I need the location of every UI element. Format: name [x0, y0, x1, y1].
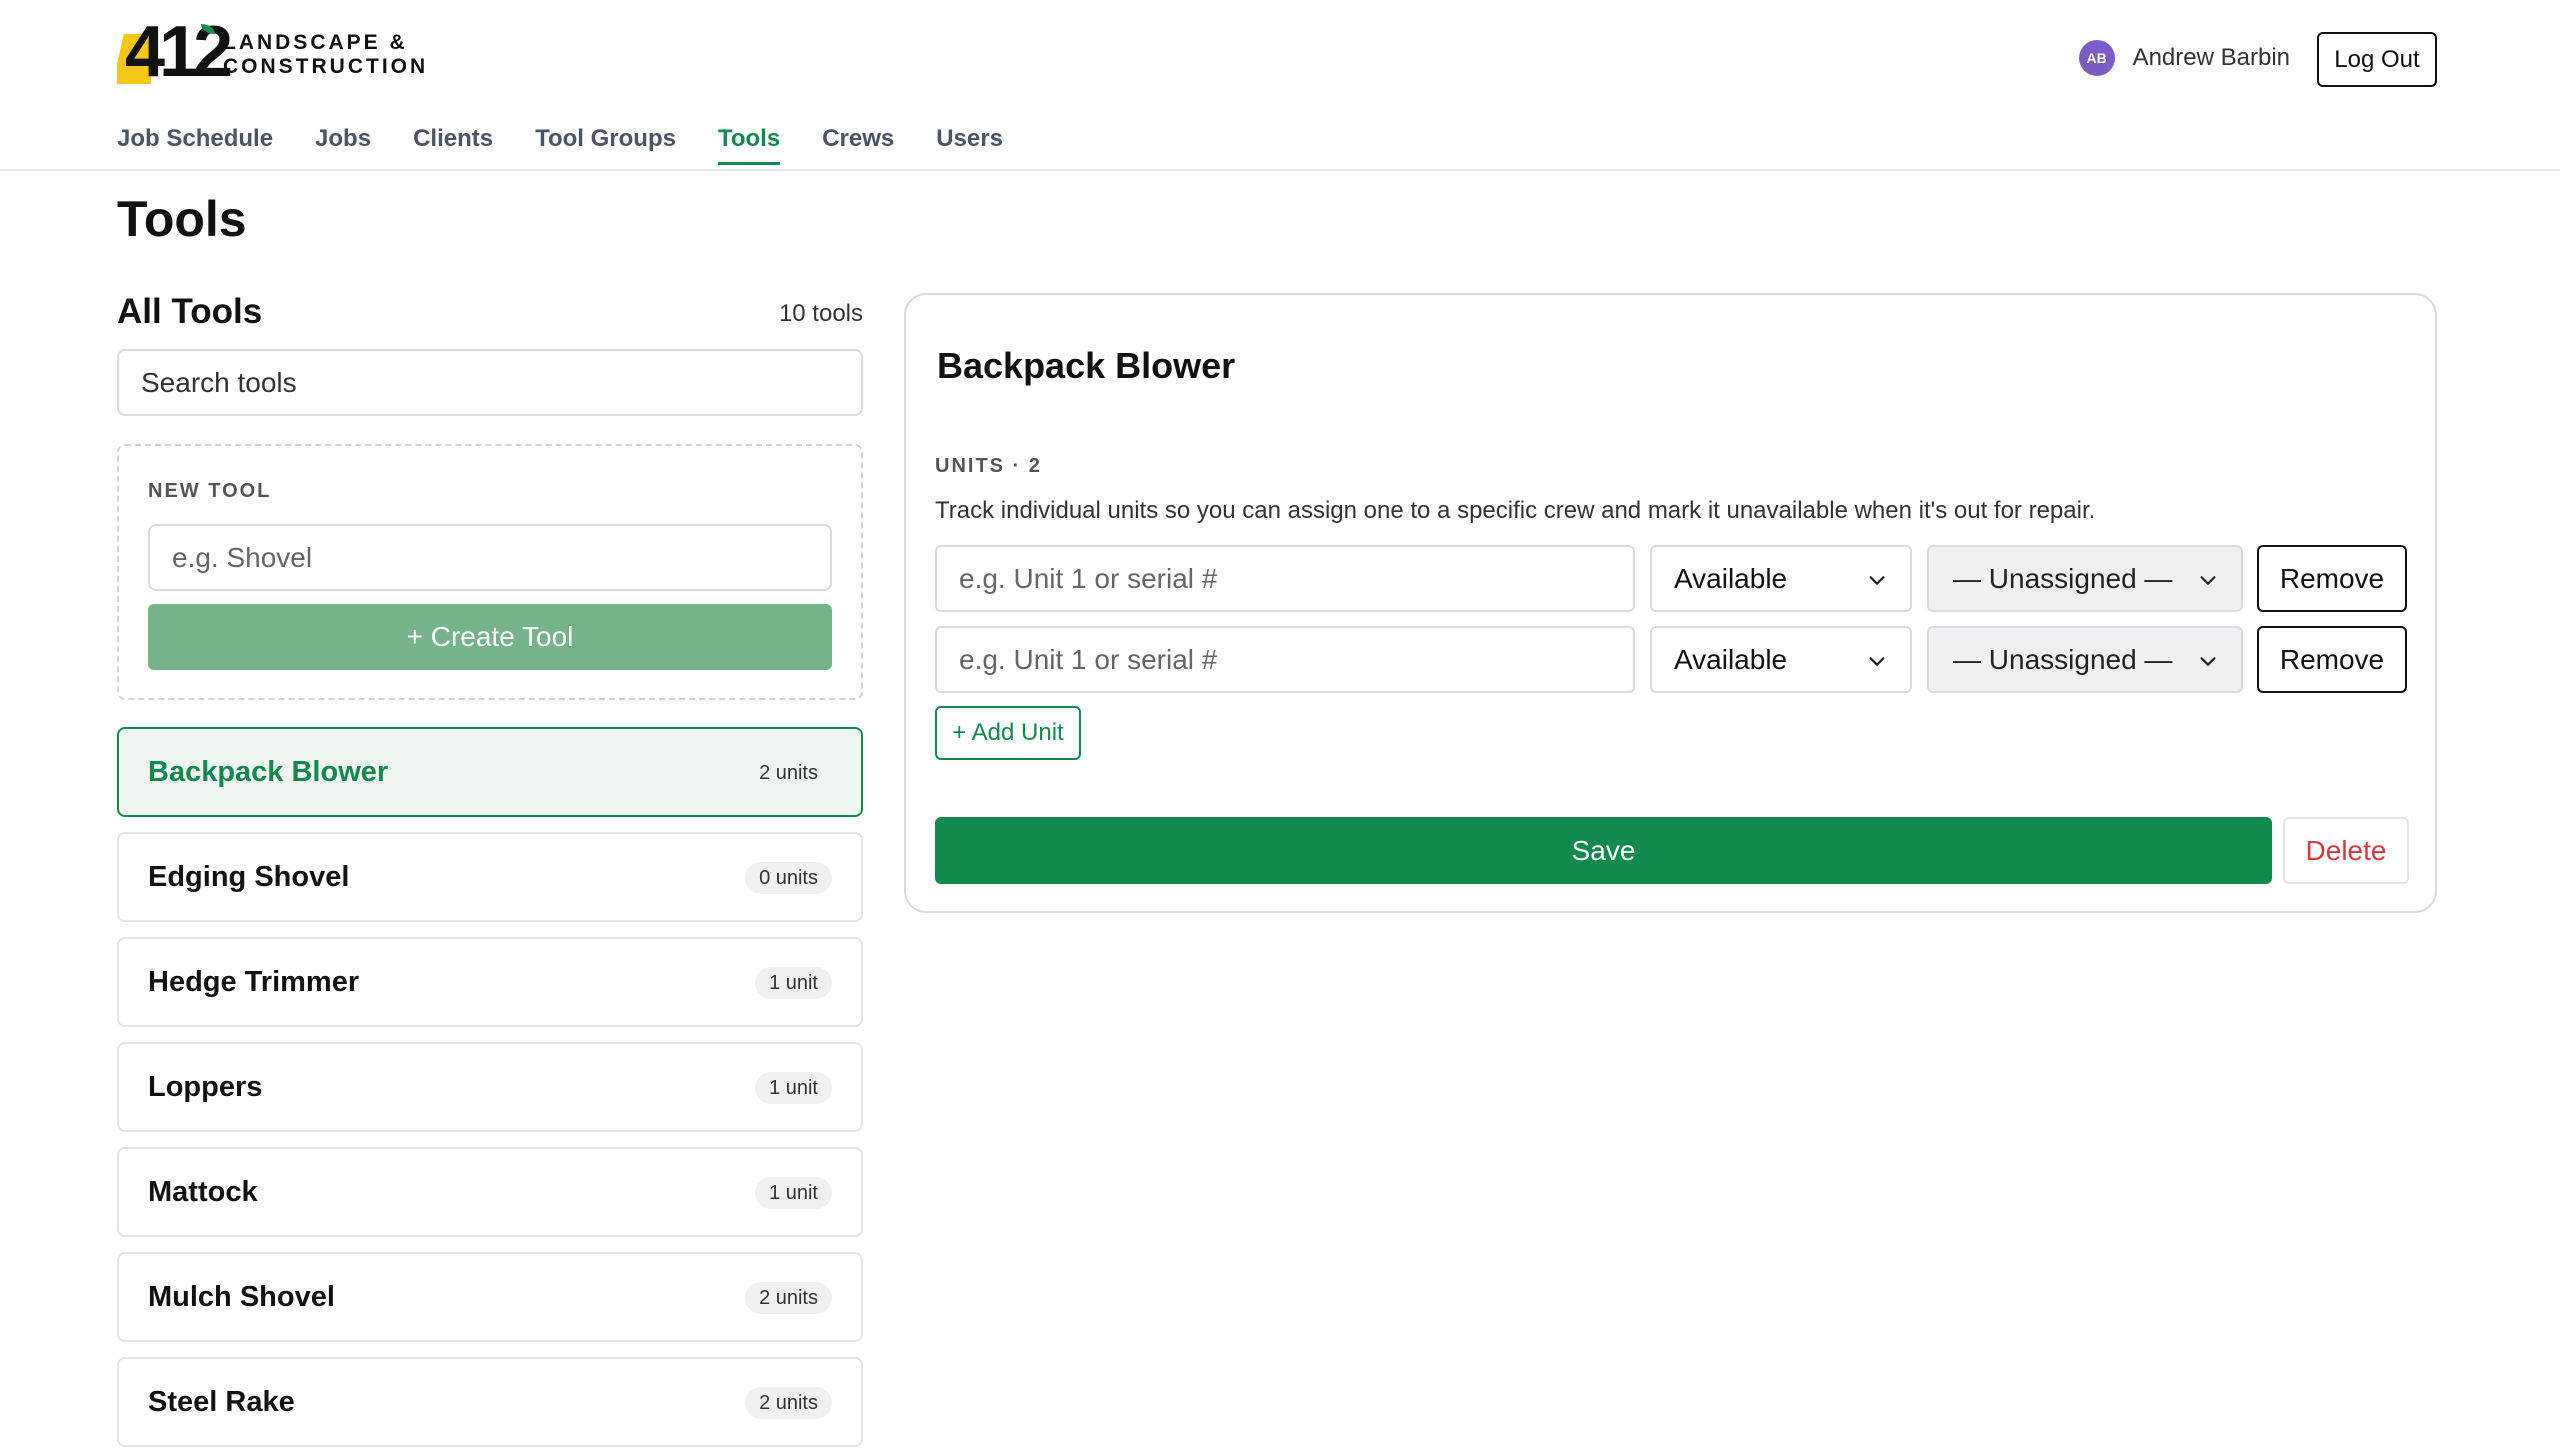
unit-name-input[interactable]: e.g. Unit 1 or serial #: [935, 626, 1635, 693]
nav-clients[interactable]: Clients: [413, 125, 493, 165]
unit-count-badge: 1 unit: [755, 1072, 832, 1104]
nav-tools[interactable]: Tools: [717, 125, 781, 165]
avatar: AB: [2078, 40, 2115, 76]
remove-unit-button[interactable]: Remove: [2257, 626, 2407, 693]
save-button[interactable]: Save: [935, 817, 2272, 884]
unit-count-badge: 2 units: [745, 1282, 832, 1314]
new-tool-label: NEW TOOL: [148, 480, 272, 502]
logo-text: LANDSCAPE & CONSTRUCTION: [223, 31, 428, 79]
tool-name: Edging Shovel: [148, 860, 350, 893]
unit-crew-value: — Unassigned —: [1953, 643, 2173, 675]
logout-button[interactable]: Log Out: [2317, 32, 2437, 87]
app-header: 412 LANDSCAPE & CONSTRUCTION AB Andrew B…: [0, 0, 2560, 171]
unit-row: e.g. Unit 1 or serial # Available — Unas…: [935, 545, 2407, 612]
unit-count-badge: 2 units: [745, 1387, 832, 1419]
logo-line-1: LANDSCAPE &: [223, 31, 408, 54]
unit-count-badge: 0 units: [745, 862, 832, 894]
page-title: Tools: [117, 191, 247, 247]
unit-status-select[interactable]: Available: [1650, 545, 1912, 612]
company-logo[interactable]: 412 LANDSCAPE & CONSTRUCTION: [117, 16, 428, 88]
tool-name: Hedge Trimmer: [148, 965, 360, 998]
add-unit-button[interactable]: + Add Unit: [935, 706, 1081, 760]
chevron-down-icon: [2200, 657, 2216, 666]
unit-name-input[interactable]: e.g. Unit 1 or serial #: [935, 545, 1635, 612]
tool-list: Backpack Blower 2 units Edging Shovel 0 …: [117, 727, 863, 1453]
units-help-text: Track individual units so you can assign…: [935, 497, 2096, 524]
nav-users[interactable]: Users: [936, 125, 1003, 165]
nav-crews[interactable]: Crews: [822, 125, 894, 165]
tool-detail-title: Backpack Blower: [937, 345, 1236, 386]
unit-status-value: Available: [1674, 643, 1788, 675]
delete-button[interactable]: Delete: [2283, 817, 2409, 884]
tool-name: Mulch Shovel: [148, 1280, 335, 1313]
tool-name: Loppers: [148, 1070, 263, 1103]
tool-name: Mattock: [148, 1175, 258, 1208]
list-item[interactable]: Mattock 1 unit: [117, 1147, 863, 1237]
tool-detail-card: Backpack Blower UNITS · 2 Track individu…: [904, 293, 2437, 913]
nav-job-schedule[interactable]: Job Schedule: [117, 125, 273, 165]
unit-count-badge: 1 unit: [755, 967, 832, 999]
tool-name: Backpack Blower: [148, 755, 389, 788]
chevron-down-icon: [1869, 576, 1885, 585]
logo-line-2: CONSTRUCTION: [223, 55, 429, 78]
list-item[interactable]: Backpack Blower 2 units: [117, 727, 863, 817]
nav-jobs[interactable]: Jobs: [315, 125, 371, 165]
search-input[interactable]: Search tools: [117, 349, 863, 416]
unit-crew-value: — Unassigned —: [1953, 562, 2173, 594]
list-item[interactable]: Edging Shovel 0 units: [117, 832, 863, 922]
unit-crew-select[interactable]: — Unassigned —: [1927, 545, 2243, 612]
unit-row: e.g. Unit 1 or serial # Available — Unas…: [935, 626, 2407, 693]
list-item[interactable]: Mulch Shovel 2 units: [117, 1252, 863, 1342]
tool-name: Steel Rake: [148, 1385, 295, 1418]
unit-crew-select[interactable]: — Unassigned —: [1927, 626, 2243, 693]
tools-count: 10 tools: [778, 300, 863, 327]
logo-mark: 412: [117, 16, 233, 88]
main-nav: Job Schedule Jobs Clients Tool Groups To…: [117, 125, 1045, 165]
new-tool-name-input[interactable]: e.g. Shovel: [148, 524, 832, 591]
user-menu: AB Andrew Barbin: [2078, 40, 2290, 76]
tools-list-heading: All Tools: [117, 292, 263, 331]
remove-unit-button[interactable]: Remove: [2257, 545, 2407, 612]
new-tool-panel: NEW TOOL e.g. Shovel + Create Tool: [117, 444, 863, 700]
list-item[interactable]: Hedge Trimmer 1 unit: [117, 937, 863, 1027]
nav-tool-groups[interactable]: Tool Groups: [535, 125, 676, 165]
chevron-down-icon: [2200, 576, 2216, 585]
list-item[interactable]: Loppers 1 unit: [117, 1042, 863, 1132]
unit-status-value: Available: [1674, 562, 1788, 594]
unit-count-badge: 2 units: [759, 761, 818, 784]
list-item[interactable]: Steel Rake 2 units: [117, 1357, 863, 1447]
units-label: UNITS · 2: [935, 455, 1042, 477]
create-tool-button[interactable]: + Create Tool: [148, 604, 832, 670]
chevron-down-icon: [1869, 657, 1885, 666]
unit-count-badge: 1 unit: [755, 1177, 832, 1209]
unit-status-select[interactable]: Available: [1650, 626, 1912, 693]
user-name: Andrew Barbin: [2132, 44, 2290, 71]
